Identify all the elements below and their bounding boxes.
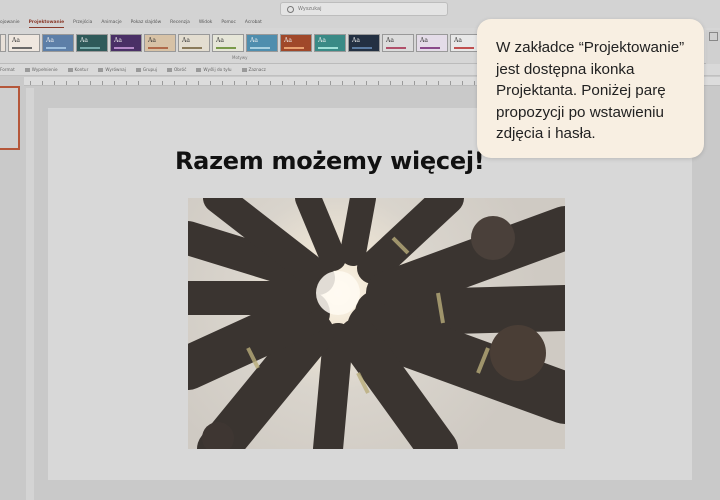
toolbar-fill[interactable]: Wypełnienie — [24, 67, 58, 72]
tab-pomoc[interactable]: Pomoc — [221, 18, 236, 28]
ruler-tick — [186, 81, 187, 85]
ruler-tick — [42, 81, 43, 85]
ruler-tick — [210, 81, 211, 85]
designer-icon — [709, 32, 718, 41]
rotate-icon — [166, 67, 172, 72]
outline-icon — [67, 67, 73, 72]
ruler-tick — [258, 81, 259, 85]
ruler-tick — [222, 81, 223, 85]
theme-thumbnail[interactable] — [0, 34, 6, 52]
tab-widok[interactable]: Widok — [199, 18, 212, 28]
fill-icon — [24, 67, 30, 72]
tab-animacje[interactable]: Animacje — [101, 18, 121, 28]
theme-thumbnail[interactable]: Aa — [76, 34, 108, 52]
photo-illustration — [188, 198, 565, 449]
theme-gallery: Aa Aa Aa Aa Aa Aa Aa Aa Aa Aa Aa Aa Aa A… — [0, 34, 482, 52]
toolbar-select[interactable]: Zaznacz — [241, 67, 266, 72]
ruler-tick — [150, 81, 151, 85]
slide-photo[interactable] — [188, 198, 565, 449]
ruler-tick — [30, 81, 31, 85]
toolbar-rotate[interactable]: Obróć — [166, 67, 186, 72]
toolbar-send-back[interactable]: Wyślij do tyłu — [196, 67, 232, 72]
theme-thumbnail[interactable]: Aa — [416, 34, 448, 52]
ruler-tick — [174, 81, 175, 85]
theme-thumbnail[interactable]: Aa — [212, 34, 244, 52]
slide-thumbnail-selected[interactable] — [0, 86, 20, 150]
ruler-tick — [450, 81, 451, 85]
tab-acrobat[interactable]: Acrobat — [245, 18, 262, 28]
designer-button[interactable] — [706, 30, 720, 64]
ruler-tick — [246, 81, 247, 85]
toolbar-outline[interactable]: Kontur — [67, 67, 88, 72]
theme-thumbnail[interactable]: Aa — [110, 34, 142, 52]
tab-przejscia[interactable]: Przejścia — [73, 18, 92, 28]
ruler-tick — [102, 81, 103, 85]
toolbar-align[interactable]: Wyrównaj — [98, 67, 126, 72]
group-icon — [135, 67, 141, 72]
ruler-tick — [294, 81, 295, 85]
ruler-tick — [66, 81, 67, 85]
theme-thumbnail[interactable]: Aa — [314, 34, 346, 52]
callout-text: W zakładce “Projektowanie” jest dostępna… — [496, 39, 685, 142]
ruler-tick — [390, 81, 391, 85]
ruler-tick — [282, 81, 283, 85]
ruler-tick — [234, 81, 235, 85]
ruler-tick — [474, 81, 475, 85]
ruler-tick — [138, 81, 139, 85]
tab-projektowanie[interactable]: Projektowanie — [28, 18, 65, 28]
ruler-tick — [114, 81, 115, 85]
ruler-tick — [354, 81, 355, 85]
ruler-tick — [318, 81, 319, 85]
ruler-tick — [198, 81, 199, 85]
ruler-tick — [438, 81, 439, 85]
ruler-tick — [306, 81, 307, 85]
tab-recenzja[interactable]: Recenzja — [170, 18, 190, 28]
ruler-tick — [54, 81, 55, 85]
theme-thumbnail[interactable]: Aa — [42, 34, 74, 52]
slide-title[interactable]: Razem możemy więcej! — [175, 147, 485, 175]
ruler-tick — [378, 81, 379, 85]
send-back-icon — [196, 67, 202, 72]
ribbon-group-label: Motywy — [232, 55, 248, 60]
ruler-tick — [366, 81, 367, 85]
theme-thumbnail[interactable]: Aa — [280, 34, 312, 52]
align-icon — [98, 67, 104, 72]
ruler-tick — [426, 81, 427, 85]
ruler-tick — [90, 81, 91, 85]
tab-pokaz-slajdow[interactable]: Pokaz slajdów — [131, 18, 162, 28]
instruction-callout: W zakładce “Projektowanie” jest dostępna… — [477, 19, 704, 158]
ruler-tick — [270, 81, 271, 85]
ruler-tick — [462, 81, 463, 85]
theme-thumbnail[interactable]: Aa — [8, 34, 40, 52]
ruler-tick — [162, 81, 163, 85]
vertical-ruler — [26, 88, 34, 500]
theme-thumbnail[interactable]: Aa — [144, 34, 176, 52]
toolbar-group[interactable]: Grupuj — [135, 67, 157, 72]
ruler-tick — [342, 81, 343, 85]
ruler-tick — [78, 81, 79, 85]
ruler-tick — [330, 81, 331, 85]
ruler-tick — [414, 81, 415, 85]
theme-thumbnail[interactable]: Aa — [246, 34, 278, 52]
search-placeholder: Wyszukaj — [298, 6, 322, 12]
title-bar: Wyszukaj — [0, 0, 720, 18]
ruler-tick — [402, 81, 403, 85]
toolbar-format[interactable]: Format — [0, 67, 15, 72]
search-icon — [287, 5, 294, 13]
theme-thumbnail[interactable]: Aa — [348, 34, 380, 52]
theme-thumbnail[interactable]: Aa — [382, 34, 414, 52]
theme-thumbnail[interactable]: Aa — [178, 34, 210, 52]
tab-fragment[interactable]: ojowanie — [0, 18, 20, 28]
select-icon — [241, 67, 247, 72]
ruler-tick — [126, 81, 127, 85]
search-box[interactable]: Wyszukaj — [280, 2, 448, 16]
